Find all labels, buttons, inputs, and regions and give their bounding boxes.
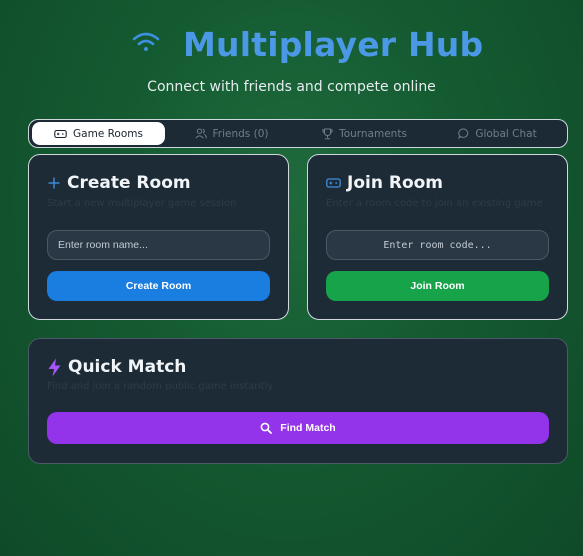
plus-icon: [48, 177, 60, 189]
join-room-button-label: Join Room: [410, 280, 465, 292]
gamepad-icon: [54, 129, 67, 138]
tab-label: Tournaments: [339, 127, 407, 140]
create-room-button-label: Create Room: [125, 280, 192, 292]
join-room-title: Join Room: [326, 173, 443, 193]
card-title-text: Join Room: [347, 173, 444, 193]
trophy-icon: [322, 128, 333, 139]
tab-label: Friends (0): [212, 127, 269, 140]
card-title-text: Quick Match: [68, 357, 187, 377]
join-room-card: Join Room Enter a room code to join an e…: [307, 154, 568, 320]
room-code-input[interactable]: [326, 230, 549, 260]
chat-icon: [458, 128, 469, 139]
create-room-title: Create Room: [47, 173, 191, 193]
tab-label: Global Chat: [475, 127, 537, 140]
tab-game-rooms[interactable]: Game Rooms: [32, 122, 165, 145]
card-title-text: Create Room: [67, 173, 191, 193]
search-icon: [260, 422, 273, 434]
quick-match-title: Quick Match: [47, 357, 186, 377]
find-match-button-label: Find Match: [280, 422, 336, 434]
join-room-description: Enter a room code to join an existing ga…: [326, 198, 543, 209]
join-room-button[interactable]: Join Room: [326, 271, 549, 301]
users-icon: [194, 128, 207, 139]
quick-match-card: Quick Match Find and join a random publi…: [28, 338, 568, 464]
tab-global-chat[interactable]: Global Chat: [431, 122, 564, 145]
tab-bar: Game Rooms Friends (0) Tournaments Globa…: [28, 119, 568, 148]
tab-label: Game Rooms: [73, 127, 143, 140]
tab-tournaments[interactable]: Tournaments: [298, 122, 431, 145]
page-header: Multiplayer Hub: [0, 22, 583, 68]
create-room-card: Create Room Start a new multiplayer game…: [28, 154, 289, 320]
create-room-description: Start a new multiplayer game session: [47, 198, 237, 209]
gamepad-icon: [326, 178, 341, 188]
lightning-icon: [48, 358, 61, 376]
tab-friends[interactable]: Friends (0): [165, 122, 298, 145]
page-subtitle: Connect with friends and compete online: [147, 79, 436, 95]
quick-match-description: Find and join a random public game insta…: [47, 381, 274, 392]
room-name-input[interactable]: [47, 230, 270, 260]
create-room-button[interactable]: Create Room: [47, 271, 270, 301]
wifi-icon: [132, 32, 160, 51]
page-title: Multiplayer Hub: [183, 25, 484, 64]
find-match-button[interactable]: Find Match: [47, 412, 549, 444]
